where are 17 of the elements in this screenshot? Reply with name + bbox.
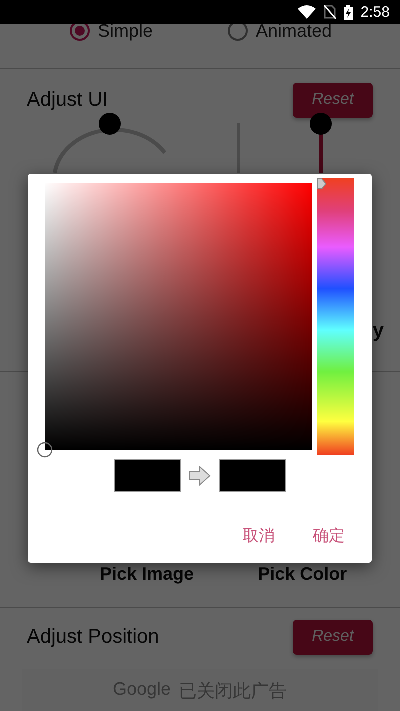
wifi-icon	[298, 5, 316, 19]
pick-button[interactable]: Pick Color	[258, 564, 348, 585]
pick-button[interactable]: Pick Image	[100, 564, 194, 585]
picker-cursor-icon	[37, 442, 53, 458]
clock-time: 2:58	[360, 4, 390, 20]
reset-button[interactable]: Reset	[293, 82, 373, 118]
battery-icon	[344, 4, 353, 20]
hue-thumb[interactable]	[317, 178, 327, 190]
section-title: Adjust Position	[27, 626, 160, 648]
no-sim-icon	[324, 5, 336, 19]
reset-button[interactable]: Reset	[293, 620, 373, 654]
dialog-button[interactable]: 确定	[305, 520, 353, 553]
section-title: Adjust UI	[27, 88, 108, 112]
dialog-button[interactable]: 取消	[235, 520, 283, 553]
arrow-right-icon	[189, 466, 211, 486]
hue-slider[interactable]	[317, 178, 354, 455]
label-fragment: y	[372, 320, 384, 343]
